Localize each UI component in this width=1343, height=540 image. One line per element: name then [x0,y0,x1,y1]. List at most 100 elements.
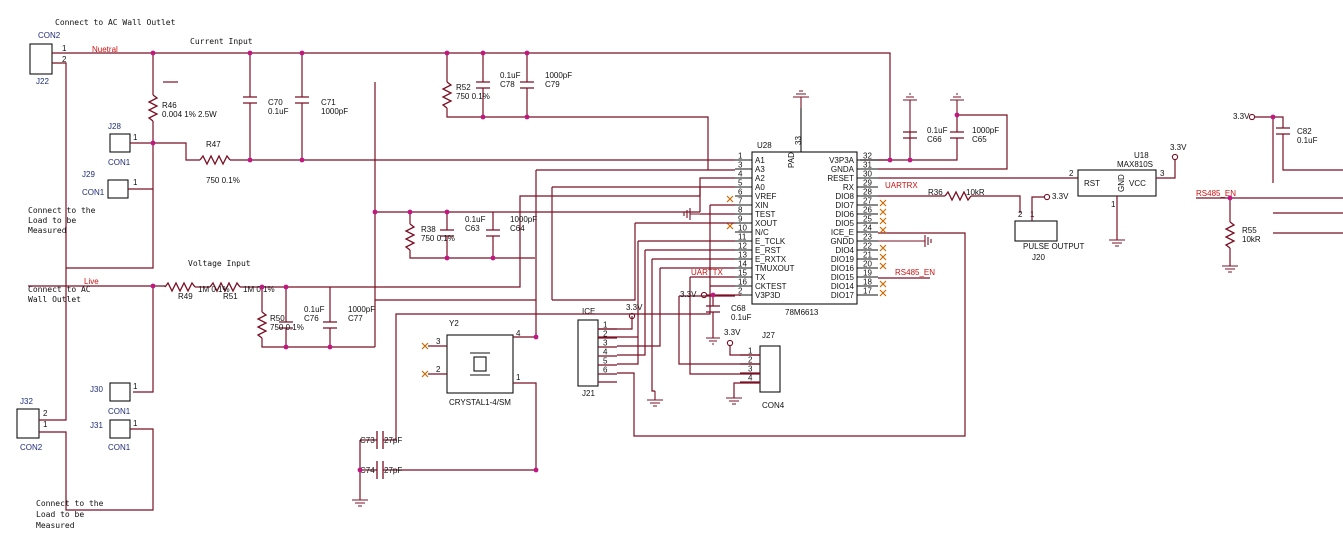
j21-pin-number: 5 [603,357,608,366]
u28-pin-number: 29 [863,179,872,188]
svg-text:1000pF: 1000pF [510,215,537,224]
net-uartrx: UARTRX [885,181,918,190]
svg-text:0.1uF: 0.1uF [500,71,521,80]
svg-text:Y2: Y2 [449,319,459,328]
svg-text:C64: C64 [510,224,525,233]
svg-text:R55: R55 [1242,226,1257,235]
svg-text:CON1: CON1 [82,188,105,197]
svg-text:R36: R36 [928,188,943,197]
u28-pin-name: DIO16 [831,264,855,273]
svg-text:2: 2 [436,365,441,374]
u28-pin-name: A1 [755,156,765,165]
svg-text:PULSE OUTPUT: PULSE OUTPUT [1023,242,1084,251]
u28-pin-number: 31 [863,161,872,170]
u28-pin-name: GNDD [830,237,854,246]
u28-pin-number: 14 [738,260,747,269]
svg-text:3.3V: 3.3V [1233,112,1250,121]
svg-text:1: 1 [133,419,138,428]
u28-pin-name: CKTEST [755,282,787,291]
schematic-canvas: Connect to AC Wall Outlet CON2 J22 1 2 N… [16,18,1343,530]
j27-pin-number: 4 [748,374,753,383]
svg-text:Load to be: Load to be [28,216,76,225]
u28-pin-number: 25 [863,215,872,224]
svg-text:0.1uF: 0.1uF [731,313,752,322]
u28-pin-number: 15 [738,269,747,278]
svg-text:MAX810S: MAX810S [1117,160,1153,169]
svg-text:2: 2 [43,409,48,418]
u28-pin-name: DIO14 [831,282,855,291]
svg-text:C66: C66 [927,135,942,144]
note-ac-top: Connect to AC Wall Outlet [55,18,176,27]
u28-pin-number: 3 [738,161,743,170]
svg-text:750 0.1%: 750 0.1% [206,176,240,185]
svg-text:R52: R52 [456,83,471,92]
u28-pin-name: XOUT [755,219,777,228]
j27-pin-number: 2 [748,356,753,365]
svg-text:0.1uF: 0.1uF [465,215,486,224]
junctions [150,50,1276,473]
u28-pin-number: 16 [738,278,747,287]
svg-text:2: 2 [1069,169,1074,178]
connector-j28: J28 CON1 1 [108,122,138,167]
j21-pin-number: 3 [603,339,608,348]
u28-pin-name: VREF [755,192,776,201]
u28-pin-name: XIN [755,201,769,210]
u28-pin-name: E_RST [755,246,781,255]
u28-pin-number: 2 [738,287,743,296]
svg-text:C73: C73 [360,436,375,445]
svg-text:C76: C76 [304,314,319,323]
u28-pin-name: V3P3A [829,156,855,165]
u28-pin-name: GNDA [831,165,855,174]
svg-text:C68: C68 [731,304,746,313]
u28-pin-number: 27 [863,197,872,206]
u28-pin-number: 10 [738,224,747,233]
svg-text:CRYSTAL1-4/SM: CRYSTAL1-4/SM [449,398,511,407]
u28-pin-number: 18 [863,278,872,287]
u28-pin-name: E_RXTX [755,255,787,264]
svg-text:C65: C65 [972,135,987,144]
j22-type: CON2 [38,31,61,40]
u28-pin-name: TEST [755,210,776,219]
u28-right-pins: 32 V3P3A 31 GNDA 30 RESET 29 RX 28 DIO8 27 DIO7 26 DI… [827,152,878,300]
u28-pin-name: DIO4 [835,246,854,255]
svg-text:1000pF: 1000pF [348,305,375,314]
svg-text:U18: U18 [1134,151,1149,160]
svg-text:0.1uF: 0.1uF [304,305,325,314]
u28-pin-name: TX [755,273,766,282]
svg-text:Measured: Measured [28,226,67,235]
u28-pin-name: ICE_E [831,228,854,237]
u28-pin-number: 5 [738,179,743,188]
svg-text:J30: J30 [90,385,103,394]
j21-pin-number: 1 [603,321,608,330]
svg-text:CON2: CON2 [20,443,43,452]
j22-ref: J22 [36,77,49,86]
svg-text:0.1uF: 0.1uF [268,107,289,116]
svg-text:1: 1 [133,382,138,391]
u28-part: 78M6613 [785,308,819,317]
svg-text:C82: C82 [1297,127,1312,136]
connector-j31: J31 CON1 1 [90,419,138,452]
svg-text:Connect to the: Connect to the [36,499,104,508]
svg-text:1: 1 [62,44,67,53]
svg-text:CON4: CON4 [762,401,785,410]
svg-text:2: 2 [1018,210,1023,219]
svg-text:Connect to the: Connect to the [28,206,96,215]
u28-pin-number: 30 [863,170,872,179]
u28-pin-name: DIO6 [835,210,854,219]
net-voltage-input: Voltage Input [188,259,251,268]
u28-pin-number: 22 [863,242,872,251]
u28-pin-number: 6 [738,188,743,197]
svg-text:1000pF: 1000pF [972,126,999,135]
u28-pin-number: 26 [863,206,872,215]
svg-text:ICE: ICE [582,307,595,316]
u28-pin-number: 21 [863,251,872,260]
u28-pin-name: V3P3D [755,291,781,300]
u28-pin-name: DIO15 [831,273,855,282]
svg-text:1: 1 [133,178,138,187]
u28-pin-name: DIO5 [835,219,854,228]
svg-text:C71: C71 [321,98,336,107]
u28-pin-number: 28 [863,188,872,197]
nc-marks-right [879,199,887,297]
svg-text:Load to be: Load to be [36,510,84,519]
connector-j20: PULSE OUTPUT J20 2 1 [1014,210,1084,262]
